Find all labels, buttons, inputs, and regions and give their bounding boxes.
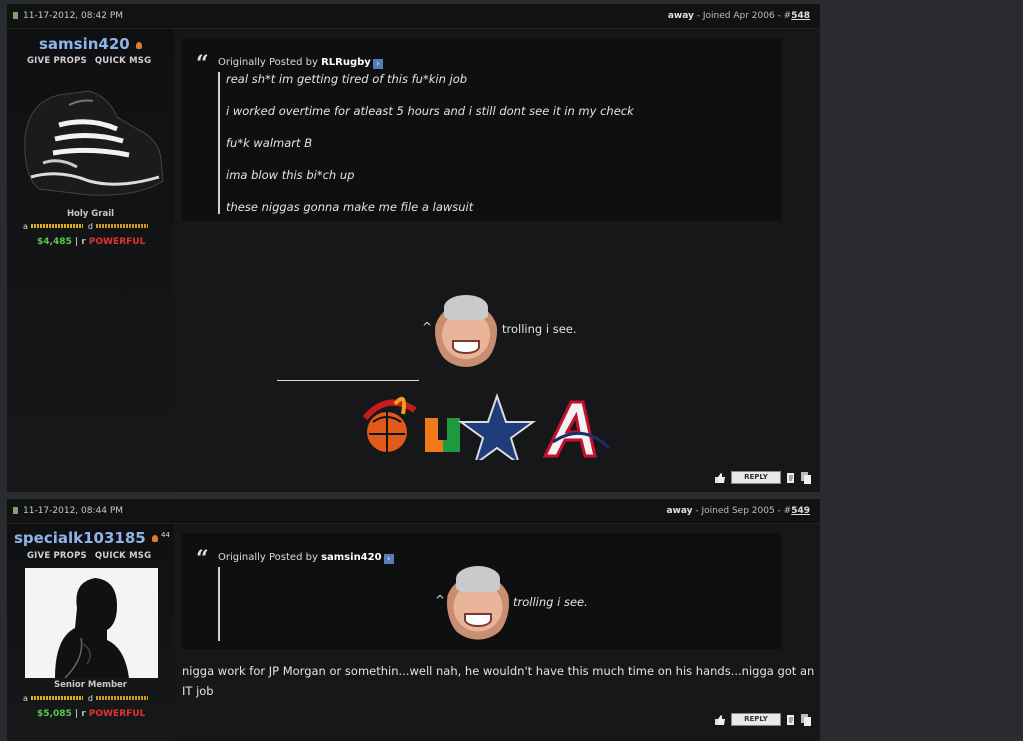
multiquote-icon[interactable] [801, 713, 811, 726]
post-status-icon [13, 507, 18, 514]
user-avatar[interactable] [25, 568, 158, 678]
quote-mark-icon: “ [196, 51, 209, 77]
thumbs-up-icon[interactable] [714, 714, 726, 726]
quote-bar [218, 72, 220, 214]
quote-header: Originally Posted by RLRugby › [218, 57, 383, 69]
reply-button[interactable]: REPLY [731, 713, 781, 726]
online-status: away [666, 506, 693, 516]
post-status-icon [13, 12, 18, 19]
quote-author-link[interactable]: samsin420 [321, 552, 382, 563]
quote-line: fu*k walmart B [226, 136, 313, 150]
bush-laughing-smiley [447, 563, 509, 643]
quote-icon[interactable] [786, 472, 796, 484]
quote-bar [218, 567, 220, 641]
quote-block: “ Originally Posted by samsin420 › ^ trol… [182, 533, 782, 649]
post-actions: REPLY [714, 471, 811, 484]
post-date: 11-17-2012, 08:42 PM [13, 11, 123, 21]
quote-header: Originally Posted by samsin420 › [218, 552, 394, 564]
give-props-link[interactable]: GIVE PROPS [27, 551, 87, 561]
quote-line: real sh*t im getting tired of this fu*ki… [226, 72, 468, 86]
join-date: - Joined Apr 2006 - # [693, 11, 792, 21]
quick-msg-link[interactable]: QUICK MSG [95, 56, 151, 66]
online-status: away [667, 11, 694, 21]
signature-logos [362, 392, 611, 460]
miami-u-logo-icon [425, 418, 460, 452]
quote-mark-icon: “ [196, 546, 209, 572]
post-header: 11-17-2012, 08:42 PM away - Joined Apr 2… [7, 4, 820, 29]
heat-logo-icon [362, 396, 417, 452]
quote-line: i worked overtime for atleast 5 hours an… [226, 104, 634, 118]
post-actions: REPLY [714, 713, 811, 726]
post-header: 11-17-2012, 08:44 PM away - Joined Sep 2… [7, 499, 820, 524]
username-link[interactable]: samsin420 [39, 35, 130, 53]
quote-icon[interactable] [786, 714, 796, 726]
post-number-link[interactable]: 549 [791, 506, 810, 516]
sneaker-avatar[interactable] [19, 77, 165, 203]
quick-msg-link[interactable]: QUICK MSG [95, 551, 151, 561]
post-549: 11-17-2012, 08:44 PM away - Joined Sep 2… [7, 499, 820, 741]
reputation-bars: ad [23, 222, 153, 231]
rep-bar-d [95, 224, 148, 228]
post-meta: away - Joined Apr 2006 - #548 [668, 11, 810, 21]
reputation-bars: ad [23, 694, 153, 703]
multiquote-icon[interactable] [801, 471, 811, 484]
user-money: $4,485 | r POWERFUL [37, 237, 146, 247]
user-rank: Holy Grail [66, 209, 115, 219]
give-props-link[interactable]: GIVE PROPS [27, 56, 87, 66]
flame-icon [152, 535, 158, 542]
user-rank: Senior Member [54, 680, 127, 690]
rep-bar-a [30, 696, 83, 700]
join-date: - Joined Sep 2005 - # [692, 506, 792, 516]
quote-block: “ Originally Posted by RLRugby › real sh*… [182, 38, 782, 221]
username-link[interactable]: specialk103185 [14, 529, 146, 547]
quote-author-link[interactable]: RLRugby [321, 57, 371, 68]
rep-count: 44 [161, 531, 170, 539]
post-meta: away - Joined Sep 2005 - #549 [666, 506, 810, 516]
caret-text: ^ [422, 320, 433, 334]
quote-line: ima blow this bi*ch up [226, 168, 355, 182]
caret-text: ^ [435, 593, 446, 607]
user-sidebar: specialk103185 44 GIVE PROPS QUICK MSG Se… [7, 524, 174, 741]
view-post-arrow-icon[interactable]: › [372, 59, 383, 69]
user-links: GIVE PROPS QUICK MSG [27, 56, 159, 66]
post-number-link[interactable]: 548 [791, 11, 810, 21]
bush-laughing-smiley [435, 292, 497, 370]
rep-bar-a [30, 224, 83, 228]
reply-button[interactable]: REPLY [731, 471, 781, 484]
thumbs-up-icon[interactable] [714, 472, 726, 484]
user-sidebar: samsin420 GIVE PROPS QUICK MSG Holy Grail… [7, 29, 174, 492]
reply-text: trolling i see. [502, 322, 577, 336]
braves-a-logo-icon [542, 400, 611, 458]
rep-bar-d [95, 696, 148, 700]
user-money: $5,085 | r POWERFUL [37, 709, 146, 719]
post-body: nigga work for JP Morgan or somethin...w… [182, 664, 815, 698]
view-post-arrow-icon[interactable]: › [383, 554, 394, 564]
user-links: GIVE PROPS QUICK MSG [27, 551, 159, 561]
post-548: 11-17-2012, 08:42 PM away - Joined Apr 2… [7, 4, 820, 492]
post-date: 11-17-2012, 08:44 PM [13, 506, 123, 516]
quoted-reply-text: trolling i see. [513, 595, 588, 609]
quote-line: these niggas gonna make me file a lawsui… [226, 200, 474, 214]
flame-icon [136, 42, 142, 49]
cowboys-star-icon [457, 392, 537, 460]
signature-divider [277, 380, 419, 381]
